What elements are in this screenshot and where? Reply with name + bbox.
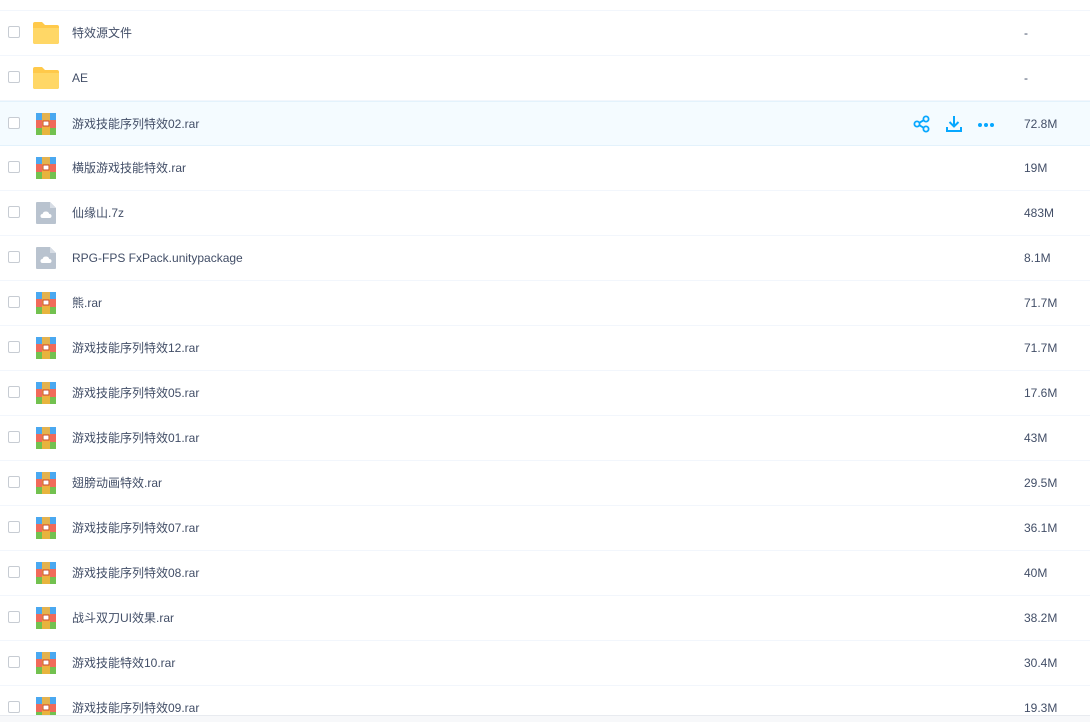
file-row[interactable]: 翅膀动画特效.rar 29.5M [0,461,1090,506]
file-row[interactable]: 仙缘山.7z 483M [0,191,1090,236]
share-icon[interactable] [912,114,932,134]
row-checkbox[interactable] [8,296,20,308]
rar-archive-icon [35,381,59,405]
file-size: 17.6M [1024,386,1058,400]
row-checkbox[interactable] [8,656,20,668]
file-row[interactable]: AE - [0,56,1090,101]
file-name[interactable]: 游戏技能序列特效05.rar [72,385,199,401]
file-name[interactable]: AE [72,70,88,86]
file-name[interactable]: 游戏技能序列特效12.rar [72,340,199,356]
folder-icon [32,21,59,45]
file-name[interactable]: 游戏技能序列特效02.rar [72,116,199,132]
file-size: 71.7M [1024,341,1058,355]
file-size: 19M [1024,161,1048,175]
file-row[interactable]: 游戏技能序列特效01.rar 43M [0,416,1090,461]
rar-archive-icon [35,156,59,180]
file-list: 特效源文件 - AE - 游戏技能序列特效02.rar 72.8M 横版游戏技能… [0,10,1090,715]
rar-archive-icon [35,651,59,675]
file-size: 71.7M [1024,296,1058,310]
file-name[interactable]: 仙缘山.7z [72,205,124,221]
file-row[interactable]: 游戏技能序列特效09.rar 19.3M [0,686,1090,715]
row-checkbox[interactable] [8,117,20,129]
file-name[interactable]: 特效源文件 [72,25,132,41]
file-row[interactable]: 战斗双刀UI效果.rar 38.2M [0,596,1090,641]
row-checkbox[interactable] [8,476,20,488]
cloud-file-icon [35,201,59,225]
file-size: 38.2M [1024,611,1058,625]
file-size: 72.8M [1024,117,1058,131]
rar-archive-icon [35,696,59,715]
file-size: 8.1M [1024,251,1051,265]
row-checkbox[interactable] [8,566,20,578]
row-checkbox[interactable] [8,26,20,38]
file-size: 36.1M [1024,521,1058,535]
file-size: - [1024,26,1028,40]
file-size: 30.4M [1024,656,1058,670]
row-checkbox[interactable] [8,521,20,533]
bottom-bar [0,715,1090,722]
file-name[interactable]: 游戏技能序列特效07.rar [72,520,199,536]
file-row[interactable]: 游戏技能特效10.rar 30.4M [0,641,1090,686]
file-row[interactable]: RPG-FPS FxPack.unitypackage 8.1M [0,236,1090,281]
rar-archive-icon [35,606,59,630]
file-name[interactable]: 战斗双刀UI效果.rar [72,610,174,626]
file-name[interactable]: 游戏技能序列特效09.rar [72,700,199,715]
download-icon[interactable] [944,114,964,134]
file-name[interactable]: 熊.rar [72,295,102,311]
row-checkbox[interactable] [8,386,20,398]
file-name[interactable]: RPG-FPS FxPack.unitypackage [72,250,243,266]
file-row[interactable]: 游戏技能序列特效08.rar 40M [0,551,1090,596]
row-checkbox[interactable] [8,431,20,443]
file-name[interactable]: 游戏技能特效10.rar [72,655,175,671]
file-row[interactable]: 游戏技能序列特效07.rar 36.1M [0,506,1090,551]
file-size: 43M [1024,431,1048,445]
row-checkbox[interactable] [8,251,20,263]
file-size: 19.3M [1024,701,1058,715]
file-row[interactable]: 横版游戏技能特效.rar 19M [0,146,1090,191]
file-size: - [1024,71,1028,85]
rar-archive-icon [35,291,59,315]
file-name[interactable]: 游戏技能序列特效08.rar [72,565,199,581]
file-row[interactable]: 熊.rar 71.7M [0,281,1090,326]
row-checkbox[interactable] [8,161,20,173]
file-row[interactable]: 游戏技能序列特效02.rar 72.8M [0,101,1090,146]
folder-icon [32,66,59,90]
file-size: 29.5M [1024,476,1058,490]
file-size: 483M [1024,206,1055,220]
row-checkbox[interactable] [8,206,20,218]
file-name[interactable]: 翅膀动画特效.rar [72,475,162,491]
row-checkbox[interactable] [8,71,20,83]
file-name[interactable]: 横版游戏技能特效.rar [72,160,186,176]
rar-archive-icon [35,426,59,450]
file-row[interactable]: 特效源文件 - [0,11,1090,56]
file-size: 40M [1024,566,1048,580]
rar-archive-icon [35,112,59,136]
rar-archive-icon [35,561,59,585]
rar-archive-icon [35,336,59,360]
file-name[interactable]: 游戏技能序列特效01.rar [72,430,199,446]
cloud-file-icon [35,246,59,270]
file-row[interactable]: 游戏技能序列特效05.rar 17.6M [0,371,1090,416]
rar-archive-icon [35,516,59,540]
rar-archive-icon [35,471,59,495]
row-checkbox[interactable] [8,701,20,713]
more-icon[interactable] [976,114,996,134]
row-checkbox[interactable] [8,611,20,623]
file-row[interactable]: 游戏技能序列特效12.rar 71.7M [0,326,1090,371]
row-checkbox[interactable] [8,341,20,353]
